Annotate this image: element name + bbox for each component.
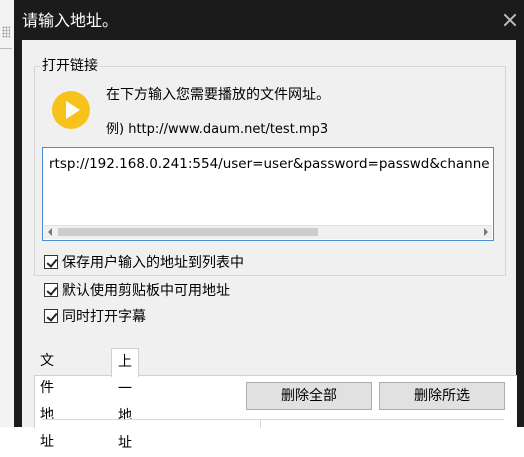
horizontal-scrollbar[interactable] xyxy=(44,225,492,239)
scroll-left-icon[interactable] xyxy=(48,228,52,236)
dialog-title: 请输入地址。 xyxy=(22,11,119,30)
use-clipboard-checkbox[interactable]: 默认使用剪贴板中可用地址 xyxy=(44,280,230,300)
scroll-right-icon[interactable] xyxy=(484,228,488,236)
url-input-value: rtsp://192.168.0.241:554/user=user&passw… xyxy=(49,156,489,172)
open-url-dialog: 请输入地址。 打开链接 在下方输入您需要播放的文件网址。 例) http://w… xyxy=(14,0,524,451)
close-icon[interactable] xyxy=(502,12,518,28)
checkbox-label: 保存用户输入的地址到列表中 xyxy=(62,255,244,271)
play-icon xyxy=(52,91,90,129)
checkbox-checked-icon[interactable] xyxy=(44,255,58,269)
checkbox-label: 默认使用剪贴板中可用地址 xyxy=(62,283,230,299)
background-window-edge xyxy=(0,0,14,427)
grip-dots-icon xyxy=(2,26,10,38)
checkbox-label: 同时打开字幕 xyxy=(62,309,146,325)
delete-all-button[interactable]: 删除全部 xyxy=(246,382,372,410)
save-to-list-checkbox[interactable]: 保存用户输入的地址到列表中 xyxy=(44,252,244,272)
tab-file-address[interactable]: 文件地址 xyxy=(34,348,60,450)
divider xyxy=(0,48,12,49)
dialog-body: 打开链接 在下方输入您需要播放的文件网址。 例) http://www.daum… xyxy=(22,40,517,451)
checkbox-checked-icon[interactable] xyxy=(44,283,58,297)
scrollbar-thumb[interactable] xyxy=(58,228,318,236)
url-input[interactable]: rtsp://192.168.0.241:554/user=user&passw… xyxy=(42,147,494,241)
delete-selected-button[interactable]: 删除所选 xyxy=(379,382,505,410)
checkbox-checked-icon[interactable] xyxy=(44,309,58,323)
group-title: 打开链接 xyxy=(40,57,100,75)
example-text: 例) http://www.daum.net/test.mp3 xyxy=(106,122,329,137)
tab-previous-address[interactable]: 上一地址 xyxy=(111,348,139,451)
open-subtitles-checkbox[interactable]: 同时打开字幕 xyxy=(44,306,146,326)
instruction-text: 在下方输入您需要播放的文件网址。 xyxy=(106,87,330,103)
